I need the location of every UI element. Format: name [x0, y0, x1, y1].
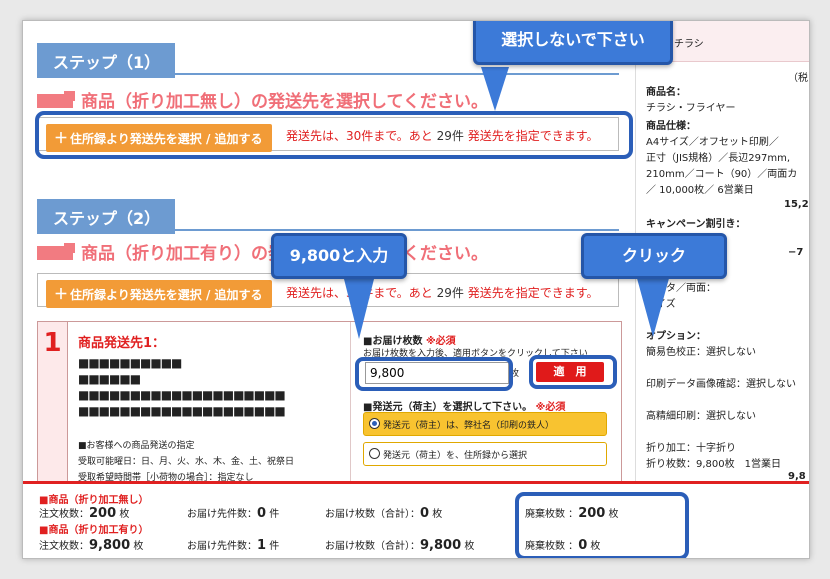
callout-enter-9800: 9,800と入力: [271, 233, 407, 279]
destination-number: 1: [38, 322, 68, 492]
column-divider: [350, 322, 351, 492]
summary-header-label: チラシ: [674, 39, 704, 50]
page-frame: ステップ（1） 商品（折り加工無し）の発送先を選択してください。 ＋住所録より発…: [22, 20, 810, 559]
row2-dest-label: お届け先件数：: [187, 541, 257, 552]
step2-note-suffix: 発送先を指定できます。: [467, 286, 599, 300]
row2-order: 注文枚数：9,800 枚: [39, 537, 143, 553]
callout-tail-1: [481, 67, 509, 111]
step1-divider: [37, 73, 619, 75]
product-name: チラシ・フライヤー: [646, 103, 736, 114]
row1-total-value: 0: [420, 506, 430, 521]
highlight-apply-button: [529, 355, 617, 389]
step1-title: 商品（折り加工無し）の発送先を選択してください。: [37, 87, 488, 112]
radio-checked[interactable]: [369, 418, 380, 429]
step2-add-address-button[interactable]: ＋住所録より発送先を選択 / 追加する: [46, 280, 272, 308]
row2-dest: お届け先件数：1 件: [187, 537, 279, 553]
option-2: 印刷データ画像確認：選択しない: [646, 379, 796, 390]
row2-total-unit: 枚: [464, 541, 475, 552]
radio-unchecked[interactable]: [369, 448, 380, 459]
row2-order-value: 9,800: [89, 538, 131, 553]
sender-option-company-label: 発送元（荷主）は、弊社名（印刷の鉄人）: [383, 421, 555, 431]
step2-divider: [37, 229, 619, 231]
row1-order-value: 200: [89, 506, 117, 521]
truck-icon: [37, 243, 75, 260]
delivery-heading: ■お客様への商品発送の指定: [78, 441, 195, 451]
step2-title: 商品（折り加工有り）の発送先を選択してください。: [37, 239, 488, 264]
callout-do-not-select: 選択しないで下さい: [473, 21, 673, 65]
sender-option-addressbook[interactable]: 発送元（荷主）を、住所録から選択: [363, 442, 607, 466]
highlight-disposal: [515, 492, 689, 558]
option-1: 簡易色校正：選択しない: [646, 347, 756, 358]
footer-summary: ■商品（折り加工無し） 注文枚数：200 枚 お届け先件数：0 件 お届け枚数（…: [23, 481, 809, 558]
highlight-qty-input: [355, 357, 513, 391]
footer-row2-label: ■商品（折り加工有り）: [39, 525, 149, 536]
sender-label: ■発送元（荷主）を選択して下さい。 ※必須: [363, 398, 565, 413]
destination-card: 1 商品発送先1： ■■■■■■■■■■ ■■■■■■ ■■■■■■■■■■■■…: [37, 321, 622, 493]
row1-total-unit: 枚: [432, 509, 443, 520]
row1-dest: お届け先件数：0 件: [187, 505, 279, 521]
row2-dest-value: 1: [257, 538, 267, 553]
option-3: 高精細印刷：選択しない: [646, 411, 756, 422]
masked-line-4: ■■■■■■■■■■■■■■■■■■■■: [78, 404, 286, 418]
row2-order-label: 注文枚数：: [39, 541, 89, 552]
row2-total-value: 9,800: [420, 538, 462, 553]
discount: −7: [788, 247, 804, 258]
row1-dest-value: 0: [257, 506, 267, 521]
masked-name: ■■■■■■■■■■: [78, 356, 182, 370]
price-1: 15,2: [784, 199, 809, 210]
radio-dot: [372, 421, 377, 426]
sender-option-addressbook-label: 発送元（荷主）を、住所録から選択: [383, 451, 528, 461]
row1-order-unit: 枚: [119, 509, 130, 520]
product-name-label: 商品名：: [646, 87, 686, 98]
masked-line-3: ■■■■■■■■■■■■■■■■■■■■: [78, 388, 286, 402]
spec-label: 商品仕様：: [646, 121, 696, 132]
callout-click: クリック: [581, 233, 727, 279]
destination-title: 商品発送先1：: [78, 336, 166, 351]
spec-line-2: 正寸（JIS規格）／長辺297mm,: [646, 153, 790, 164]
row1-dest-unit: 件: [269, 509, 280, 520]
option-4: 折り加工：十字折り: [646, 443, 736, 454]
step2-note: 発送先は、30件まで。あと 29件 発送先を指定できます。: [286, 284, 599, 301]
row1-total-label: お届け枚数（合計）：: [325, 509, 420, 520]
step2-note-count: 29件: [436, 286, 464, 300]
delivery-days: 受取可能曜日：日、月、火、水、木、金、土、祝祭日: [78, 457, 295, 467]
row1-order-label: 注文枚数：: [39, 509, 89, 520]
campaign-label: キャンペーン割引き：: [646, 219, 746, 230]
footer-row1-label: ■商品（折り加工無し）: [39, 495, 149, 506]
tax-note: （税: [788, 73, 808, 84]
spec-line-3: 210mm／コート（90）／両面カ: [646, 169, 798, 180]
row2-total-label: お届け枚数（合計）：: [325, 541, 420, 552]
spec-line-4: ／ 10,000枚／ 6営業日: [646, 185, 754, 196]
spec-line-1: A4サイズ／オフセット印刷／: [646, 137, 779, 148]
sender-option-company[interactable]: 発送元（荷主）は、弊社名（印刷の鉄人）: [363, 412, 607, 436]
row1-dest-label: お届け先件数：: [187, 509, 257, 520]
step1-title-text: 商品（折り加工無し）の発送先を選択してください。: [81, 92, 488, 112]
row2-total: お届け枚数（合計）：9,800 枚: [325, 537, 474, 553]
highlight-step1-box: [35, 111, 633, 159]
step2-button-label: 住所録より発送先を選択 / 追加する: [70, 288, 263, 302]
row2-order-unit: 枚: [133, 541, 144, 552]
row1-order: 注文枚数：200 枚: [39, 505, 129, 521]
masked-line-2: ■■■■■■: [78, 372, 141, 386]
plus-icon: ＋: [54, 287, 68, 303]
truck-icon: [37, 91, 75, 108]
row1-total: お届け枚数（合計）：0 枚: [325, 505, 442, 521]
callout-tail-3: [635, 271, 671, 337]
option-5: 折り枚数：9,800枚 1営業日: [646, 459, 781, 470]
row2-dest-unit: 件: [269, 541, 280, 552]
